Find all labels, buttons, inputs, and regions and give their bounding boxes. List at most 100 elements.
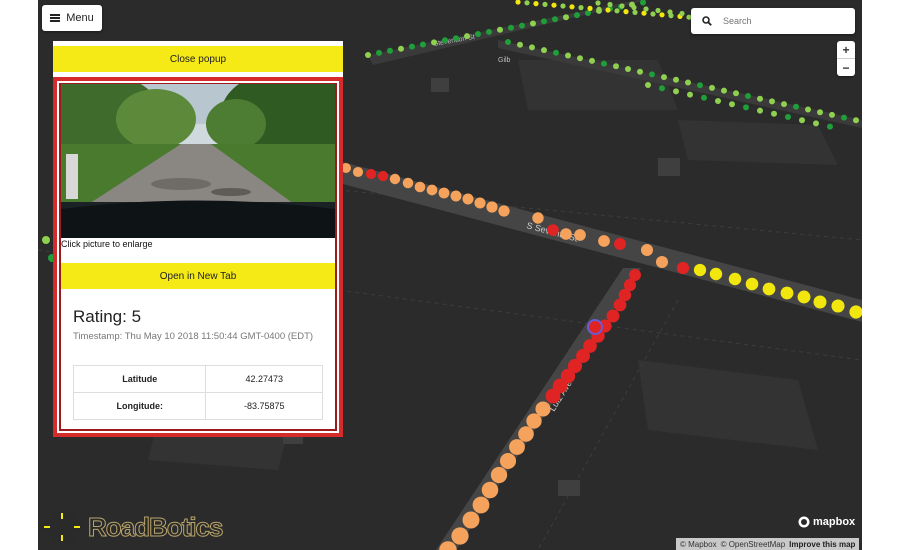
zoom-in-button[interactable]: + (837, 41, 855, 58)
road-photo[interactable] (61, 84, 335, 238)
rating-dot[interactable] (438, 187, 450, 199)
rating-dot[interactable] (431, 39, 437, 46)
rating-dot[interactable] (632, 9, 638, 15)
rating-dot[interactable] (831, 299, 845, 313)
rating-dot[interactable] (733, 90, 739, 97)
osm-attribution-link[interactable]: © OpenStreetMap (721, 540, 786, 549)
rating-dot[interactable] (475, 31, 481, 37)
rating-dot[interactable] (377, 170, 389, 182)
rating-dot[interactable] (721, 87, 727, 94)
rating-dot[interactable] (601, 60, 607, 67)
rating-dot[interactable] (453, 35, 459, 42)
rating-dot[interactable] (464, 33, 470, 40)
rating-dot[interactable] (643, 6, 649, 12)
rating-dot[interactable] (715, 98, 721, 104)
mapbox-attribution-link[interactable]: © Mapbox (680, 540, 717, 549)
rating-dot[interactable] (709, 84, 715, 91)
rating-dot[interactable] (598, 235, 610, 247)
menu-button[interactable]: Menu (42, 5, 102, 31)
rating-dot[interactable] (605, 7, 611, 13)
rating-dot[interactable] (799, 117, 805, 124)
mapbox-logo[interactable]: mapbox (798, 516, 855, 528)
rating-dot[interactable] (389, 173, 401, 185)
rating-dot[interactable] (659, 85, 665, 92)
improve-map-link[interactable]: Improve this map (789, 540, 855, 549)
rating-dot[interactable] (442, 37, 448, 44)
rating-dot[interactable] (757, 107, 763, 114)
rating-dot[interactable] (533, 1, 539, 7)
rating-dot[interactable] (551, 2, 557, 8)
open-new-tab-button[interactable]: Open in New Tab (61, 263, 335, 289)
rating-dot[interactable] (541, 47, 547, 54)
rating-dot[interactable] (769, 98, 775, 105)
search-box[interactable] (691, 8, 855, 34)
rating-dot[interactable] (619, 3, 625, 9)
rating-dot[interactable] (409, 43, 415, 50)
rating-dot[interactable] (552, 16, 558, 23)
rating-dot[interactable] (547, 224, 559, 236)
rating-dot[interactable] (659, 12, 665, 18)
rating-dot[interactable] (613, 298, 627, 312)
rating-dot[interactable] (631, 4, 637, 11)
rating-dot[interactable] (641, 244, 653, 256)
rating-dot[interactable] (701, 94, 707, 101)
rating-dot[interactable] (676, 261, 690, 275)
rating-dot[interactable] (841, 114, 847, 121)
rating-dot[interactable] (661, 74, 667, 81)
rating-dot[interactable] (387, 47, 393, 54)
rating-dot[interactable] (529, 44, 535, 51)
rating-dot[interactable] (553, 49, 559, 56)
rating-dot[interactable] (414, 181, 426, 193)
rating-dot[interactable] (587, 5, 593, 11)
rating-dot[interactable] (509, 439, 525, 455)
rating-dot[interactable] (402, 177, 414, 189)
rating-dot[interactable] (596, 6, 602, 12)
rating-dot[interactable] (545, 388, 561, 404)
rating-dot[interactable] (650, 11, 656, 17)
close-popup-button[interactable]: Close popup (53, 46, 343, 72)
rating-dot[interactable] (565, 52, 571, 59)
rating-dot[interactable] (505, 39, 511, 45)
rating-dot[interactable] (490, 466, 508, 484)
rating-dot[interactable] (451, 527, 469, 545)
rating-dot[interactable] (649, 71, 655, 78)
rating-dot[interactable] (508, 24, 514, 31)
rating-dot[interactable] (829, 111, 835, 118)
rating-dot[interactable] (667, 9, 673, 15)
rating-dot[interactable] (352, 166, 364, 178)
rating-dot[interactable] (589, 57, 595, 64)
rating-dot[interactable] (781, 101, 787, 108)
rating-dot[interactable] (498, 205, 510, 217)
rating-dot[interactable] (685, 79, 691, 86)
rating-dot[interactable] (637, 68, 643, 75)
rating-dot[interactable] (574, 12, 580, 19)
rating-dot[interactable] (679, 10, 685, 17)
rating-dot[interactable] (532, 212, 544, 224)
rating-dot[interactable] (673, 88, 679, 95)
rating-dot[interactable] (376, 49, 382, 56)
rating-dot[interactable] (365, 52, 371, 58)
rating-dot[interactable] (729, 101, 735, 108)
rating-dot[interactable] (517, 41, 523, 48)
rating-dot[interactable] (560, 3, 566, 9)
rating-dot[interactable] (542, 1, 548, 7)
rating-dot[interactable] (365, 168, 377, 180)
rating-dot[interactable] (757, 95, 763, 102)
rating-dot[interactable] (697, 82, 703, 89)
rating-dot[interactable] (518, 426, 534, 442)
rating-dot[interactable] (569, 4, 575, 10)
rating-dot[interactable] (743, 104, 749, 111)
rating-dot[interactable] (398, 45, 404, 52)
rating-dot[interactable] (817, 109, 823, 116)
rating-dot[interactable] (607, 1, 613, 8)
rating-dot[interactable] (853, 117, 859, 124)
rating-dot[interactable] (673, 76, 679, 83)
rating-dot[interactable] (481, 481, 499, 499)
rating-dot[interactable] (813, 295, 827, 309)
rating-dot[interactable] (762, 282, 776, 296)
rating-dot[interactable] (42, 236, 50, 244)
rating-dot[interactable] (450, 190, 462, 202)
rating-dot[interactable] (728, 272, 742, 286)
rating-dot[interactable] (849, 305, 862, 319)
rating-dot[interactable] (524, 0, 530, 6)
